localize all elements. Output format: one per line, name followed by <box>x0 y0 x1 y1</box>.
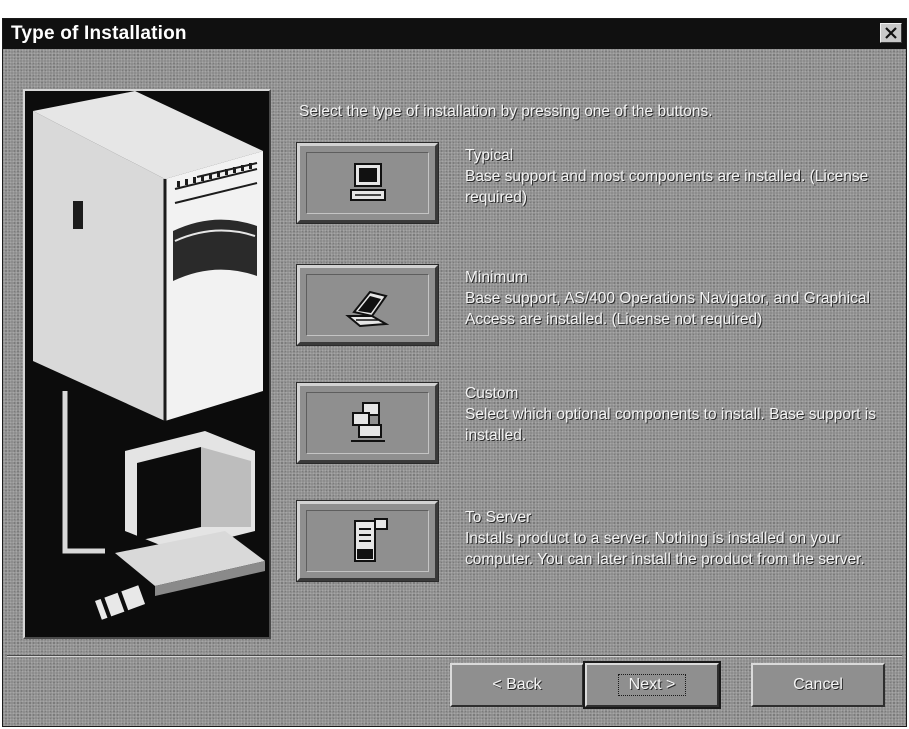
cancel-button-label: Cancel <box>793 676 843 693</box>
next-button[interactable]: Next > <box>583 661 721 709</box>
to-server-option-text: To Server Installs product to a server. … <box>465 507 893 570</box>
minimum-title: Minimum <box>465 269 528 286</box>
custom-option-button[interactable] <box>296 382 439 464</box>
typical-option-button[interactable] <box>296 142 439 224</box>
minimum-option-button[interactable] <box>296 264 439 346</box>
back-button[interactable]: < Back <box>450 663 584 707</box>
custom-title: Custom <box>465 385 519 402</box>
typical-option-text: Typical Base support and most components… <box>465 145 893 208</box>
minimum-option-text: Minimum Base support, AS/400 Operations … <box>465 267 893 330</box>
back-button-label: < Back <box>492 676 542 693</box>
minimum-description: Base support, AS/400 Operations Navigato… <box>465 290 870 328</box>
close-button[interactable] <box>880 23 902 43</box>
laptop-icon <box>344 290 389 328</box>
to-server-option-button[interactable] <box>296 500 439 582</box>
instruction-text: Select the type of installation by press… <box>299 103 713 120</box>
desktop-computer-icon <box>349 163 386 201</box>
typical-title: Typical <box>465 147 514 164</box>
close-icon <box>885 27 897 39</box>
next-button-label: Next > <box>617 674 687 696</box>
button-separator <box>7 655 902 657</box>
custom-description: Select which optional components to inst… <box>465 406 876 444</box>
to-server-description: Installs product to a server. Nothing is… <box>465 530 865 568</box>
to-server-title: To Server <box>465 509 532 526</box>
server-and-pc-image <box>33 91 265 620</box>
cancel-button[interactable]: Cancel <box>751 663 885 707</box>
title-bar: Type of Installation <box>3 19 906 49</box>
custom-components-icon <box>350 402 385 442</box>
custom-option-text: Custom Select which optional components … <box>465 383 893 446</box>
installation-dialog: Type of Installation Select the type of … <box>2 18 907 727</box>
server-install-icon <box>353 518 388 562</box>
typical-description: Base support and most components are ins… <box>465 168 869 206</box>
as400-illustration <box>23 89 271 639</box>
window-title: Type of Installation <box>11 23 187 44</box>
